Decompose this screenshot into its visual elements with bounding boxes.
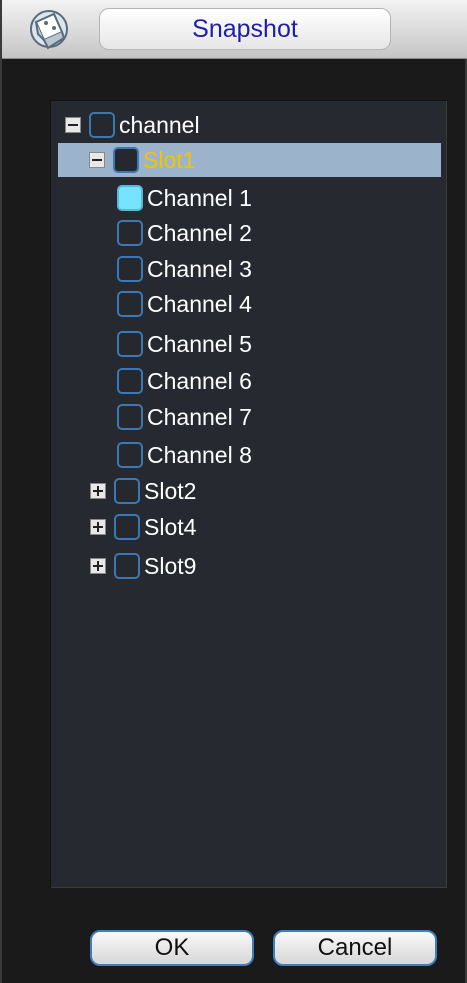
- title-bar: Snapshot: [2, 0, 467, 59]
- tree-node-label: Channel 4: [147, 290, 252, 317]
- channel-4-checkbox[interactable]: [117, 291, 143, 317]
- tree-node-channel-1[interactable]: Channel 1: [117, 181, 252, 215]
- tree-node-channel-4[interactable]: Channel 4: [117, 287, 252, 321]
- tree-node-channel-3[interactable]: Channel 3: [117, 252, 252, 286]
- tree-node-label: Channel 6: [147, 367, 252, 394]
- tree-node-label: Channel 5: [147, 330, 252, 357]
- slot1-checkbox[interactable]: [113, 147, 139, 173]
- tree-node-label: Channel 1: [147, 184, 252, 211]
- tree-node-label: Slot4: [144, 513, 197, 540]
- channel-root-checkbox[interactable]: [89, 112, 115, 138]
- tree-node-channel-2[interactable]: Channel 2: [117, 216, 252, 250]
- channel-5-checkbox[interactable]: [117, 331, 143, 357]
- expand-icon[interactable]: [90, 483, 106, 499]
- tree-node-slot2[interactable]: Slot2: [90, 474, 196, 508]
- title-pill: Snapshot: [99, 8, 391, 50]
- tree-node-label: Channel 2: [147, 219, 252, 246]
- channel-7-checkbox[interactable]: [117, 404, 143, 430]
- tree-node-slot4[interactable]: Slot4: [90, 510, 196, 544]
- tree-node-label: Channel 7: [147, 403, 252, 430]
- cancel-button[interactable]: Cancel: [273, 930, 437, 966]
- tree-node-label: Channel 8: [147, 441, 252, 468]
- slot4-checkbox[interactable]: [114, 514, 140, 540]
- expand-icon[interactable]: [90, 558, 106, 574]
- tree-root-channel[interactable]: channel: [65, 108, 200, 142]
- channel-2-checkbox[interactable]: [117, 220, 143, 246]
- collapse-icon[interactable]: [65, 117, 81, 133]
- expand-icon[interactable]: [90, 519, 106, 535]
- tree-node-label: Slot9: [144, 552, 197, 579]
- slot2-checkbox[interactable]: [114, 478, 140, 504]
- ok-button[interactable]: OK: [90, 930, 254, 966]
- tree-node-slot1[interactable]: Slot1: [58, 143, 441, 177]
- collapse-icon[interactable]: [89, 152, 105, 168]
- tree-node-channel-8[interactable]: Channel 8: [117, 438, 252, 472]
- channel-3-checkbox[interactable]: [117, 256, 143, 282]
- channel-6-checkbox[interactable]: [117, 368, 143, 394]
- tree-node-label: channel: [119, 111, 200, 138]
- tree-node-channel-5[interactable]: Channel 5: [117, 327, 252, 361]
- channel-8-checkbox[interactable]: [117, 442, 143, 468]
- tree-node-label: Channel 3: [147, 255, 252, 282]
- tree-node-label: Slot1: [143, 146, 196, 173]
- tree-node-channel-6[interactable]: Channel 6: [117, 364, 252, 398]
- app-logo-icon: [30, 10, 68, 50]
- snapshot-dialog: Snapshot channel Slot1 Channel 1 Channel…: [0, 0, 467, 983]
- tree-node-slot9[interactable]: Slot9: [90, 549, 196, 583]
- channel-tree: channel Slot1 Channel 1 Channel 2 Channe…: [50, 100, 447, 888]
- window-title: Snapshot: [192, 14, 298, 43]
- tree-node-channel-7[interactable]: Channel 7: [117, 400, 252, 434]
- slot9-checkbox[interactable]: [114, 553, 140, 579]
- channel-1-checkbox[interactable]: [117, 185, 143, 211]
- tree-node-label: Slot2: [144, 477, 197, 504]
